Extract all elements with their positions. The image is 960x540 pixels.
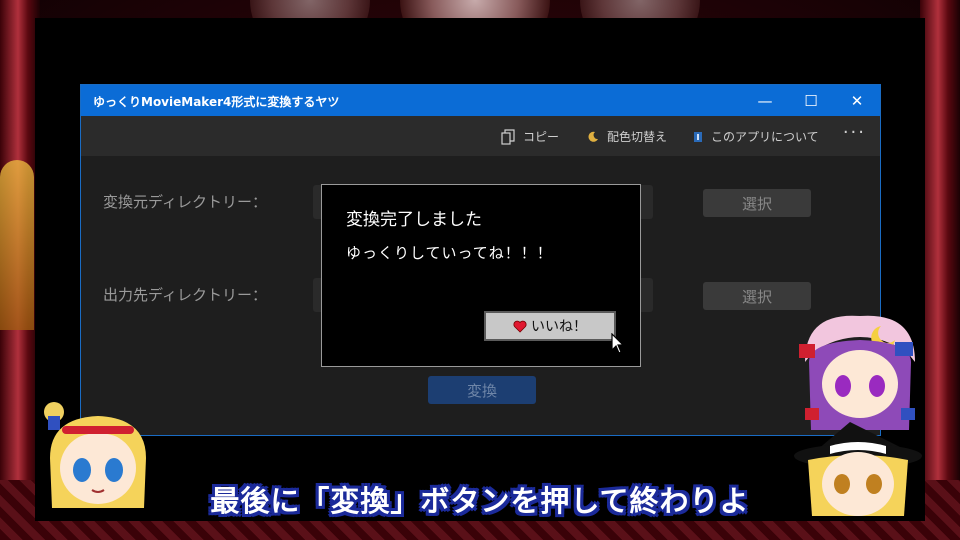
title-bar[interactable]: ゆっくりMovieMaker4形式に変換するヤツ — ☐ ✕ <box>81 85 880 116</box>
output-select-button[interactable]: 選択 <box>703 282 811 310</box>
command-bar: コピー 配色切替え このアプリについて ··· <box>81 116 880 156</box>
theme-toggle-label: 配色切替え <box>607 130 668 144</box>
heart-icon <box>513 320 527 333</box>
minimize-button[interactable]: — <box>742 85 788 116</box>
like-button[interactable]: いいね！ <box>484 311 616 341</box>
subtitle-caption: 最後に「変換」ボタンを押して終わりよ <box>210 484 750 518</box>
completion-dialog: 変換完了しました ゆっくりしていってね！！！ いいね！ <box>321 184 641 367</box>
background-window <box>0 160 34 330</box>
theme-toggle-button[interactable]: 配色切替え <box>587 128 667 145</box>
source-directory-label: 変換元ディレクトリー： <box>103 193 267 211</box>
window-title: ゆっくりMovieMaker4形式に変換するヤツ <box>93 95 340 109</box>
about-button[interactable]: このアプリについて <box>693 128 819 145</box>
info-icon <box>694 131 702 142</box>
copy-label: コピー <box>523 130 560 144</box>
close-button[interactable]: ✕ <box>834 85 880 116</box>
copy-icon <box>501 128 515 145</box>
moon-icon <box>588 131 598 142</box>
background-pillar-right <box>920 0 960 540</box>
about-label: このアプリについて <box>711 130 819 144</box>
like-button-label: いいね！ <box>531 319 587 335</box>
copy-button[interactable]: コピー <box>501 128 559 145</box>
maximize-button[interactable]: ☐ <box>788 85 834 116</box>
dialog-title: 変換完了しました <box>346 210 482 230</box>
purple-character-illustration <box>799 315 915 430</box>
source-select-button[interactable]: 選択 <box>703 189 811 217</box>
more-options-button[interactable]: ··· <box>843 122 866 143</box>
dialog-message: ゆっくりしていってね！！！ <box>346 244 553 262</box>
output-directory-label: 出力先ディレクトリー： <box>103 286 267 304</box>
mouse-cursor-icon <box>611 333 625 354</box>
convert-button[interactable]: 変換 <box>428 376 536 404</box>
